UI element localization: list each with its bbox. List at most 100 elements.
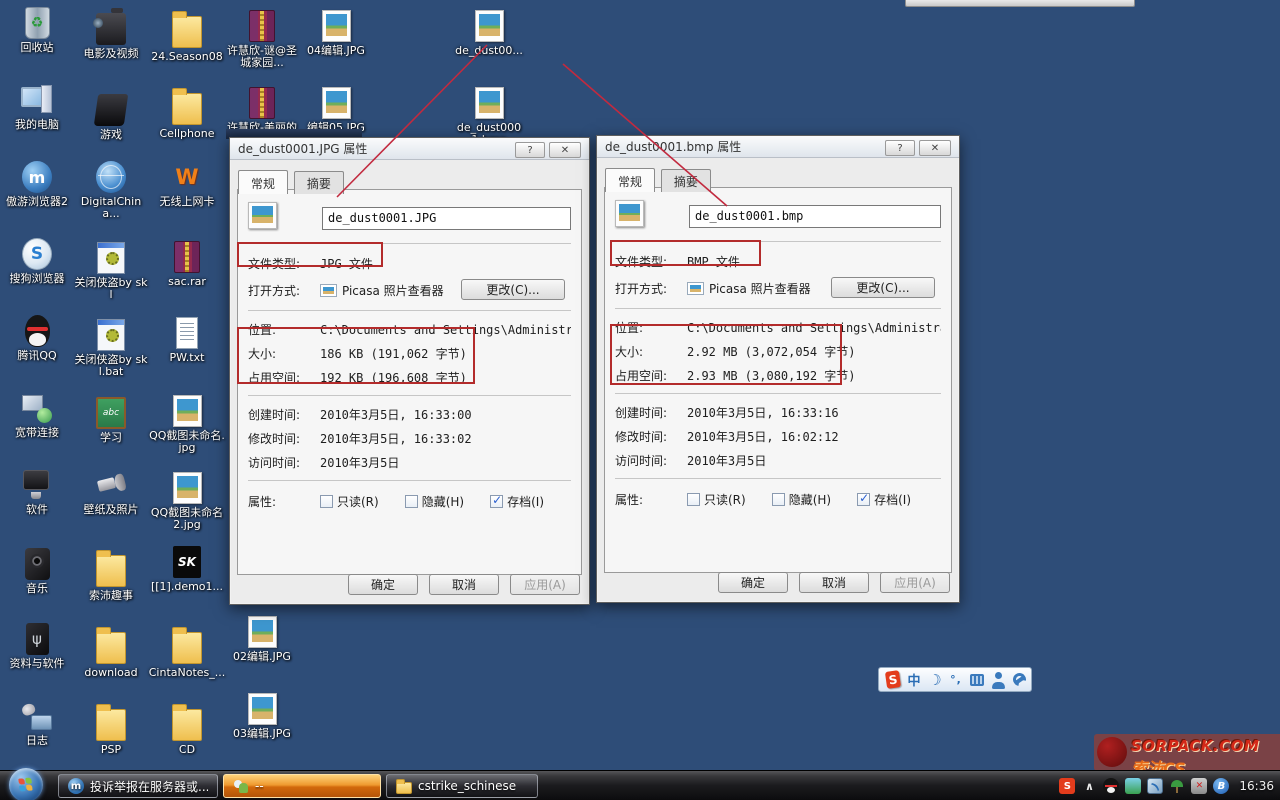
- desktop-icon[interactable]: 03编辑.JPG: [226, 687, 298, 764]
- desktop-icon-glyph: [96, 632, 126, 664]
- desktop-icon-glyph: [249, 10, 275, 42]
- desktop-icon-label: Cellphone: [160, 128, 215, 140]
- language-bar-icon[interactable]: [970, 674, 984, 686]
- desktop-icon[interactable]: download: [74, 620, 148, 697]
- picasa-icon: [320, 284, 337, 297]
- desktop-icon[interactable]: [[1].demo1...: [148, 543, 226, 620]
- language-bar-icon[interactable]: ☽: [928, 671, 942, 689]
- archive-checkbox[interactable]: [490, 495, 503, 508]
- desktop-icon[interactable]: 关闭侠盗by skl.bat: [74, 312, 148, 389]
- desktop-icon[interactable]: CD: [148, 697, 226, 774]
- readonly-checkbox[interactable]: [320, 495, 333, 508]
- desktop-icon[interactable]: 学习: [74, 389, 148, 466]
- desktop-icon[interactable]: 日志: [0, 697, 74, 774]
- help-button[interactable]: ?: [515, 142, 545, 158]
- start-button[interactable]: [9, 768, 43, 800]
- tab-general[interactable]: 常规: [238, 170, 288, 194]
- tray-icon[interactable]: [1213, 778, 1229, 794]
- taskbar-button-maxthon[interactable]: 投诉举报在服务器或...: [58, 774, 218, 798]
- desktop-icon[interactable]: 电影及视频: [74, 4, 148, 81]
- tray-icon[interactable]: [1103, 778, 1119, 794]
- language-bar-icon[interactable]: [1012, 671, 1026, 689]
- close-button[interactable]: ✕: [919, 140, 951, 156]
- hidden-checkbox[interactable]: [405, 495, 418, 508]
- desktop-icon[interactable]: de_dust00...: [452, 4, 526, 81]
- apply-button[interactable]: 应用(A): [510, 574, 580, 595]
- desktop-icon[interactable]: 游戏: [74, 81, 148, 158]
- tab-summary[interactable]: 摘要: [661, 169, 711, 192]
- chat-icon: [233, 778, 249, 794]
- tray-icon[interactable]: [1059, 778, 1075, 794]
- language-bar-icon[interactable]: [991, 671, 1005, 689]
- desktop-icon[interactable]: 搜狗浏览器: [0, 235, 74, 312]
- filename-input[interactable]: [689, 205, 941, 228]
- readonly-checkbox[interactable]: [687, 493, 700, 506]
- language-bar-icon[interactable]: S: [885, 670, 901, 689]
- tray-icon[interactable]: [1081, 778, 1097, 794]
- size-label: 大小:: [615, 343, 687, 360]
- desktop-icon-label: 壁纸及照片: [84, 504, 139, 516]
- desktop-icon-glyph: [96, 161, 126, 193]
- desktop-icon[interactable]: QQ截图未命名2.jpg: [148, 466, 226, 543]
- separator: [615, 308, 941, 309]
- close-button[interactable]: ✕: [549, 142, 581, 158]
- tab-general[interactable]: 常规: [605, 168, 655, 192]
- language-bar-icon[interactable]: 中: [907, 671, 921, 689]
- language-bar-icon[interactable]: °,: [949, 671, 963, 689]
- cancel-button[interactable]: 取消: [799, 572, 869, 593]
- desktop-icon[interactable]: sac.rar: [148, 235, 226, 312]
- cancel-button[interactable]: 取消: [429, 574, 499, 595]
- desktop-icon[interactable]: 索沛趣事: [74, 543, 148, 620]
- modified-label: 修改时间:: [615, 428, 687, 445]
- desktop-icon[interactable]: 音乐: [0, 543, 74, 620]
- apply-button[interactable]: 应用(A): [880, 572, 950, 593]
- created-label: 创建时间:: [615, 404, 687, 421]
- desktop-icon[interactable]: 我的电脑: [0, 81, 74, 158]
- desktop-icon[interactable]: 许慧欣-谜@圣城家园...: [226, 4, 298, 81]
- created-value: 2010年3月5日, 16:33:00: [320, 406, 472, 423]
- desktop-icon[interactable]: 关闭侠盗by skl: [74, 235, 148, 312]
- desktop-icon-label: 学习: [100, 432, 122, 444]
- taskbar-button-folder[interactable]: cstrike_schinese: [386, 774, 538, 798]
- desktop-icon[interactable]: 软件: [0, 466, 74, 543]
- desktop-icon[interactable]: 回收站: [0, 4, 74, 81]
- desktop-icon-label: 02编辑.JPG: [233, 651, 291, 663]
- ok-button[interactable]: 确定: [348, 574, 418, 595]
- tray-icon[interactable]: [1191, 778, 1207, 794]
- desktop-icon[interactable]: 04编辑.JPG: [302, 4, 370, 81]
- desktop-icon[interactable]: 无线上网卡: [148, 158, 226, 235]
- file-type-value: JPG 文件: [320, 255, 373, 272]
- desktop-icon-glyph: [248, 616, 277, 648]
- desktop-icon[interactable]: QQ截图未命名.jpg: [148, 389, 226, 466]
- desktop-icon-label: 03编辑.JPG: [233, 728, 291, 740]
- open-with-value: Picasa 照片查看器: [709, 280, 811, 297]
- filename-input[interactable]: [322, 207, 571, 230]
- desktop-icon[interactable]: 腾讯QQ: [0, 312, 74, 389]
- change-button[interactable]: 更改(C)...: [831, 277, 935, 298]
- hidden-checkbox[interactable]: [772, 493, 785, 506]
- desktop-icon[interactable]: 傲游浏览器2: [0, 158, 74, 235]
- desktop-icon[interactable]: Cellphone: [148, 81, 226, 158]
- desktop-icon-label: 许慧欣-谜@圣城家园...: [226, 45, 298, 69]
- desktop-icon[interactable]: 02编辑.JPG: [226, 610, 298, 687]
- desktop-icon[interactable]: CintaNotes_...: [148, 620, 226, 697]
- ok-button[interactable]: 确定: [718, 572, 788, 593]
- tray-icon[interactable]: [1169, 778, 1185, 794]
- desktop-icon[interactable]: 24.Season08: [148, 4, 226, 81]
- tray-icon[interactable]: [1125, 778, 1141, 794]
- tray-icon[interactable]: [1147, 778, 1163, 794]
- desktop-icon[interactable]: DigitalChina...: [74, 158, 148, 235]
- desktop-icon-label: CintaNotes_...: [149, 667, 226, 679]
- desktop-icon[interactable]: PW.txt: [148, 312, 226, 389]
- desktop-icon[interactable]: 壁纸及照片: [74, 466, 148, 543]
- tab-summary[interactable]: 摘要: [294, 171, 344, 194]
- desktop-icon-glyph: [248, 693, 277, 725]
- watermark-banner: SORPACK.COM 索沛CS: [1094, 734, 1280, 771]
- desktop-icon[interactable]: 宽带连接: [0, 389, 74, 466]
- taskbar-button-qq-chat[interactable]: --: [223, 774, 381, 798]
- archive-checkbox[interactable]: [857, 493, 870, 506]
- help-button[interactable]: ?: [885, 140, 915, 156]
- desktop-icon[interactable]: PSP: [74, 697, 148, 774]
- desktop-icon[interactable]: 资料与软件: [0, 620, 74, 697]
- change-button[interactable]: 更改(C)...: [461, 279, 565, 300]
